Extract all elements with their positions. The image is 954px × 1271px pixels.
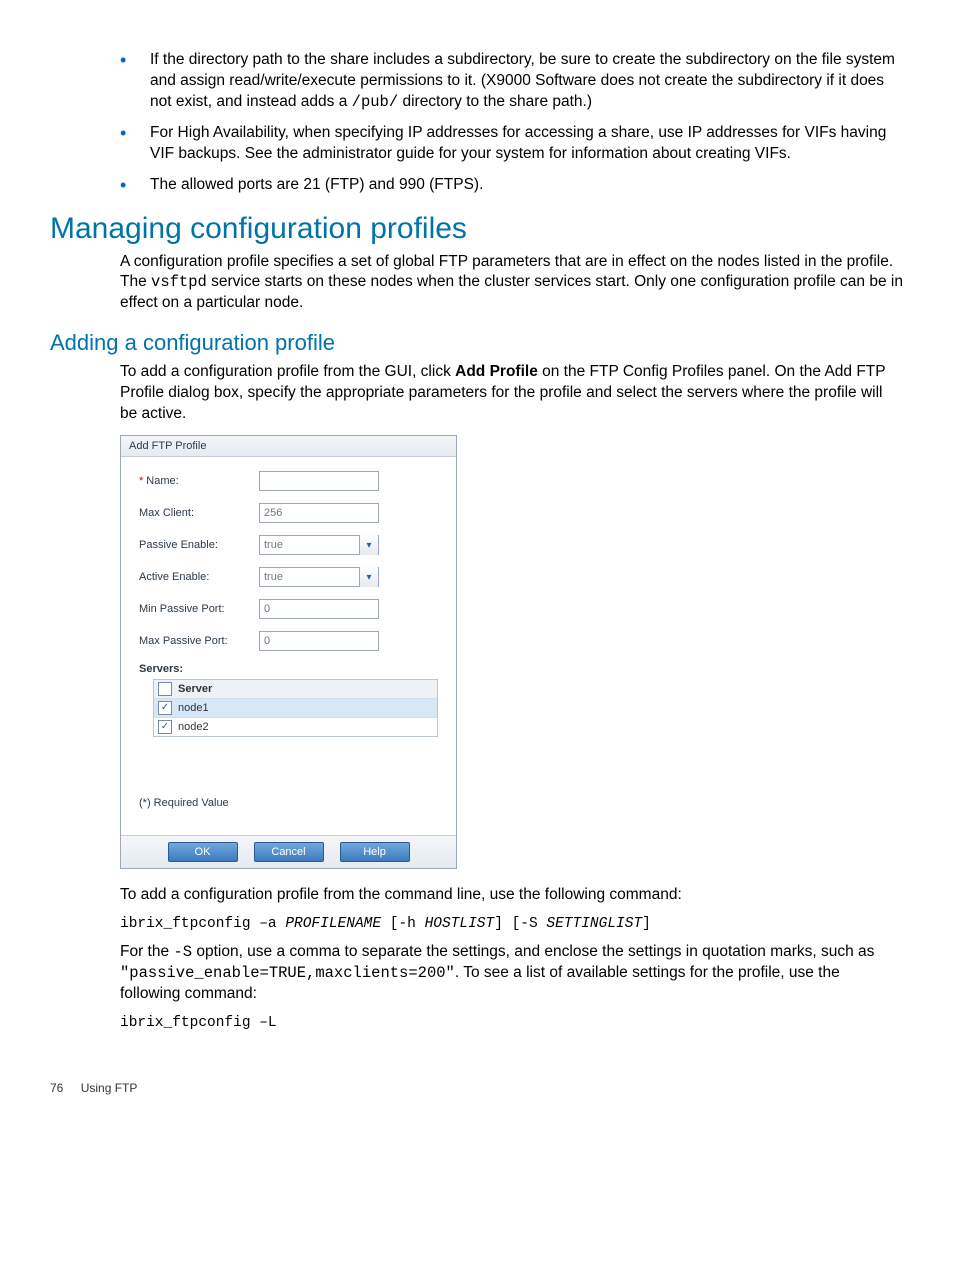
servers-header-row: Server — [154, 680, 437, 699]
dialog-button-bar: OK Cancel Help — [121, 835, 456, 868]
ok-button[interactable]: OK — [168, 842, 238, 862]
chevron-down-icon: ▾ — [359, 535, 378, 555]
name-input[interactable] — [259, 471, 379, 491]
servers-list: Server ✓ node1 ✓ node2 — [153, 679, 438, 737]
server-checkbox[interactable]: ✓ — [158, 701, 172, 715]
section-paragraph: A configuration profile specifies a set … — [120, 252, 904, 315]
max-client-input[interactable]: 256 — [259, 503, 379, 523]
cancel-button[interactable]: Cancel — [254, 842, 324, 862]
help-button[interactable]: Help — [340, 842, 410, 862]
dialog-title: Add FTP Profile — [121, 436, 456, 457]
footer-section: Using FTP — [81, 1081, 138, 1095]
chevron-down-icon: ▾ — [359, 567, 378, 587]
server-row[interactable]: ✓ node2 — [154, 718, 437, 736]
server-row[interactable]: ✓ node1 — [154, 699, 437, 718]
max-passive-port-label: Max Passive Port: — [139, 635, 259, 647]
active-enable-label: Active Enable: — [139, 571, 259, 583]
passive-enable-select[interactable]: true ▾ — [259, 535, 379, 555]
intro-bullet-list: If the directory path to the share inclu… — [120, 50, 904, 196]
cli-command: ibrix_ftpconfig –L — [120, 1015, 904, 1031]
bullet-item: For High Availability, when specifying I… — [120, 123, 904, 165]
passive-enable-label: Passive Enable: — [139, 539, 259, 551]
subsection-heading: Adding a configuration profile — [50, 330, 904, 356]
required-value-note: (*) Required Value — [139, 797, 438, 809]
bullet-text: For High Availability, when specifying I… — [150, 124, 886, 162]
bullet-text-post: directory to the share path.) — [398, 93, 592, 110]
server-name: node2 — [178, 721, 209, 733]
cli-option-paragraph: For the -S option, use a comma to separa… — [120, 942, 904, 1005]
page-number: 76 — [50, 1081, 63, 1095]
bullet-text: The allowed ports are 21 (FTP) and 990 (… — [150, 176, 483, 193]
servers-header-label: Server — [178, 683, 212, 695]
max-client-label: Max Client: — [139, 507, 259, 519]
server-name: node1 — [178, 702, 209, 714]
add-ftp-profile-dialog: Add FTP Profile *Name: Max Client: 256 P… — [120, 435, 457, 869]
name-label: *Name: — [139, 475, 259, 487]
para-text-post: service starts on these nodes when the c… — [120, 273, 903, 311]
para-code: vsftpd — [151, 273, 207, 291]
section-heading: Managing configuration profiles — [50, 212, 904, 246]
active-enable-select[interactable]: true ▾ — [259, 567, 379, 587]
min-passive-port-input[interactable]: 0 — [259, 599, 379, 619]
bullet-item: If the directory path to the share inclu… — [120, 50, 904, 113]
select-all-checkbox[interactable] — [158, 682, 172, 696]
cli-command: ibrix_ftpconfig –a PROFILENAME [-h HOSTL… — [120, 916, 904, 932]
bullet-code: /pub/ — [352, 93, 399, 111]
server-checkbox[interactable]: ✓ — [158, 720, 172, 734]
para-text: To add a configuration profile from the … — [120, 363, 455, 380]
cli-intro-paragraph: To add a configuration profile from the … — [120, 885, 904, 906]
para-bold: Add Profile — [455, 363, 538, 380]
bullet-item: The allowed ports are 21 (FTP) and 990 (… — [120, 175, 904, 196]
servers-label: Servers: — [139, 663, 438, 675]
max-passive-port-input[interactable]: 0 — [259, 631, 379, 651]
page-footer: 76 Using FTP — [50, 1081, 904, 1095]
min-passive-port-label: Min Passive Port: — [139, 603, 259, 615]
subsection-paragraph: To add a configuration profile from the … — [120, 362, 904, 425]
